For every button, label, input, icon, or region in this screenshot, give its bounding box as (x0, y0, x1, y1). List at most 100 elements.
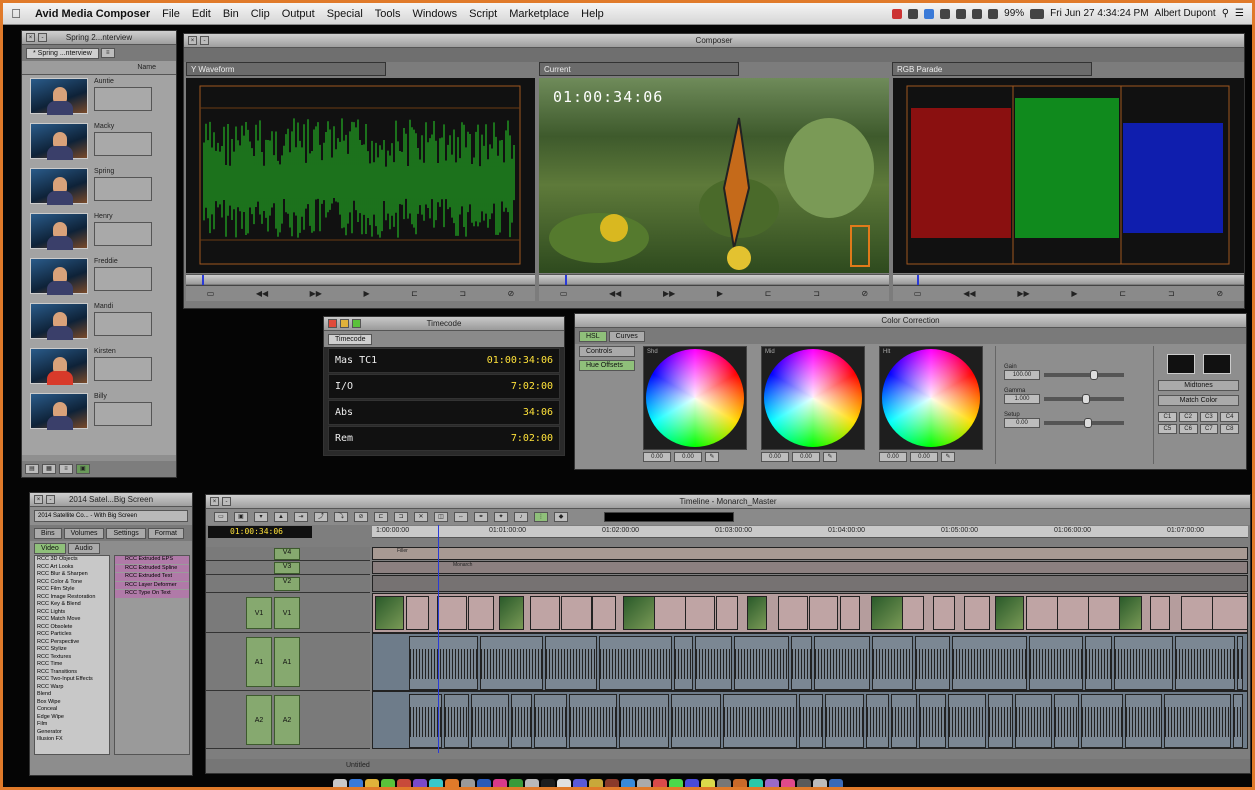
rgb-parade-monitor[interactable] (893, 78, 1244, 273)
track-label[interactable]: A2 (274, 695, 300, 745)
eyedropper-icon[interactable]: ✎ (705, 452, 719, 462)
tab-hsl[interactable]: HSL (579, 330, 607, 342)
audio-clip-segment[interactable] (569, 694, 618, 748)
dock-app-icon[interactable] (541, 779, 555, 787)
clock[interactable]: Fri Jun 27 4:34:24 PM (1050, 8, 1148, 19)
video-clip-segment[interactable] (406, 596, 430, 630)
audio-clip-segment[interactable] (409, 694, 442, 748)
tab-video[interactable]: Video (34, 543, 66, 554)
menu-windows[interactable]: Windows (406, 8, 463, 20)
wifi-icon[interactable] (972, 8, 983, 19)
step-forward-icon[interactable]: ▶▶ (310, 289, 322, 298)
effect-bin-dropdown[interactable]: 2014 Satellite Co... - With Big Screen (34, 510, 188, 522)
menu-file[interactable]: File (156, 8, 186, 20)
video-clip-segment[interactable] (871, 596, 904, 630)
wheel-value-field[interactable]: 0.00 (792, 452, 820, 462)
sync-icon[interactable] (940, 8, 951, 19)
dock-app-icon[interactable] (349, 779, 363, 787)
mark-clip-icon[interactable]: ▭ (560, 289, 568, 298)
dock-app-icon[interactable] (781, 779, 795, 787)
close-icon[interactable]: × (188, 36, 197, 45)
effect-category-item[interactable]: RCC Film Style (37, 586, 109, 594)
step-forward-icon[interactable]: ▶▶ (1017, 289, 1029, 298)
mark-out-icon[interactable]: ⊐ (1168, 289, 1175, 298)
playhead[interactable] (438, 525, 439, 753)
composer-titlebar[interactable]: × - Composer (184, 34, 1244, 48)
track-header-v1[interactable]: V1 V1 (206, 593, 370, 633)
v3-track-clips[interactable]: Monarch (372, 561, 1248, 574)
video-clip-segment[interactable] (840, 596, 861, 630)
bin-clip[interactable]: Henry (30, 213, 176, 255)
audio-clip-segment[interactable] (824, 694, 864, 748)
v1-source-label[interactable]: V1 (246, 597, 272, 629)
minimize-icon[interactable]: - (222, 497, 231, 506)
audio-clip-segment[interactable] (510, 694, 532, 748)
bin-clip[interactable]: Mandi (30, 303, 176, 345)
minimize-icon[interactable]: - (38, 33, 47, 42)
dock-app-icon[interactable] (477, 779, 491, 787)
dock-app-icon[interactable] (381, 779, 395, 787)
video-clip-segment[interactable] (530, 596, 561, 630)
audio-clip-segment[interactable] (814, 636, 871, 690)
center-monitor-menu[interactable]: Current (539, 62, 739, 76)
bucket-button[interactable]: C6 (1178, 424, 1198, 434)
controls-button[interactable]: Controls (579, 346, 635, 357)
timecode-row[interactable]: Abs 34:06 (328, 400, 560, 425)
effect-category-item[interactable]: RCC Color & Tone (37, 579, 109, 587)
audio-clip-segment[interactable] (1125, 694, 1163, 748)
bin-column-header[interactable]: Name (22, 61, 176, 75)
minimize-icon[interactable]: - (200, 36, 209, 45)
gain-value-field[interactable]: 100.00 (1004, 370, 1040, 380)
track-label[interactable]: V4 (274, 548, 300, 560)
midtone-color-wheel[interactable] (764, 349, 862, 447)
bin-tab[interactable]: * Spring ...nterview (26, 47, 99, 59)
effect-category-item[interactable]: RCC Key & Blend (37, 601, 109, 609)
notification-icon[interactable]: ☰ (1235, 8, 1244, 19)
effect-category-item[interactable]: RCC Obsolete (37, 624, 109, 632)
left-position-bar[interactable] (186, 274, 535, 285)
timecode-tab[interactable]: Timecode (328, 333, 373, 345)
eyedropper-icon[interactable]: ✎ (941, 452, 955, 462)
audio-clip-segment[interactable] (599, 636, 672, 690)
video-clip-segment[interactable] (716, 596, 738, 630)
color-correction-titlebar[interactable]: Color Correction (575, 314, 1246, 328)
effect-category-item[interactable]: Illusion FX (37, 736, 109, 744)
effect-item[interactable]: RCC Extruded EPS (115, 556, 189, 564)
wheel-value-field[interactable]: 0.00 (761, 452, 789, 462)
dock-app-icon[interactable] (685, 779, 699, 787)
menu-script[interactable]: Script (463, 8, 503, 20)
minimize-icon[interactable] (340, 319, 349, 328)
tab-settings[interactable]: Settings (106, 527, 146, 539)
track-label[interactable]: A1 (274, 637, 300, 687)
dock-app-icon[interactable] (797, 779, 811, 787)
menu-output[interactable]: Output (276, 8, 321, 20)
dock-app-icon[interactable] (413, 779, 427, 787)
match-target-swatch[interactable] (1202, 354, 1231, 374)
dock-app-icon[interactable] (445, 779, 459, 787)
wheel-value-field[interactable]: 0.00 (910, 452, 938, 462)
dock-app-icon[interactable] (573, 779, 587, 787)
video-clip-segment[interactable] (623, 596, 655, 630)
audio-clip-segment[interactable] (890, 694, 918, 748)
app-menu[interactable]: Avid Media Composer (29, 8, 156, 20)
splice-icon[interactable]: ⤴ (314, 512, 328, 522)
dock-app-icon[interactable] (397, 779, 411, 787)
video-clip-segment[interactable] (1150, 596, 1171, 630)
play-icon[interactable]: ▶ (717, 289, 723, 298)
video-clip-segment[interactable] (499, 596, 524, 630)
segment-icon[interactable]: ◫ (434, 512, 448, 522)
mark-in-icon[interactable]: ⊏ (411, 289, 418, 298)
play-icon[interactable]: ▶ (363, 289, 369, 298)
lift-icon[interactable]: ▲ (274, 512, 288, 522)
bucket-button[interactable]: C8 (1220, 424, 1239, 434)
right-monitor-menu[interactable]: RGB Parade (892, 62, 1092, 76)
clip-thumbnail[interactable] (30, 348, 88, 385)
audio-clip-segment[interactable] (533, 694, 568, 748)
dock-app-icon[interactable] (493, 779, 507, 787)
clip-thumbnail[interactable] (30, 213, 88, 250)
highlight-color-wheel[interactable] (882, 349, 980, 447)
timecode-titlebar[interactable]: Timecode (324, 317, 564, 331)
timecode-row[interactable]: Mas TC1 01:00:34:06 (328, 348, 560, 373)
mark-in-icon[interactable]: ⊏ (1119, 289, 1126, 298)
clip-thumbnail[interactable] (30, 78, 88, 115)
